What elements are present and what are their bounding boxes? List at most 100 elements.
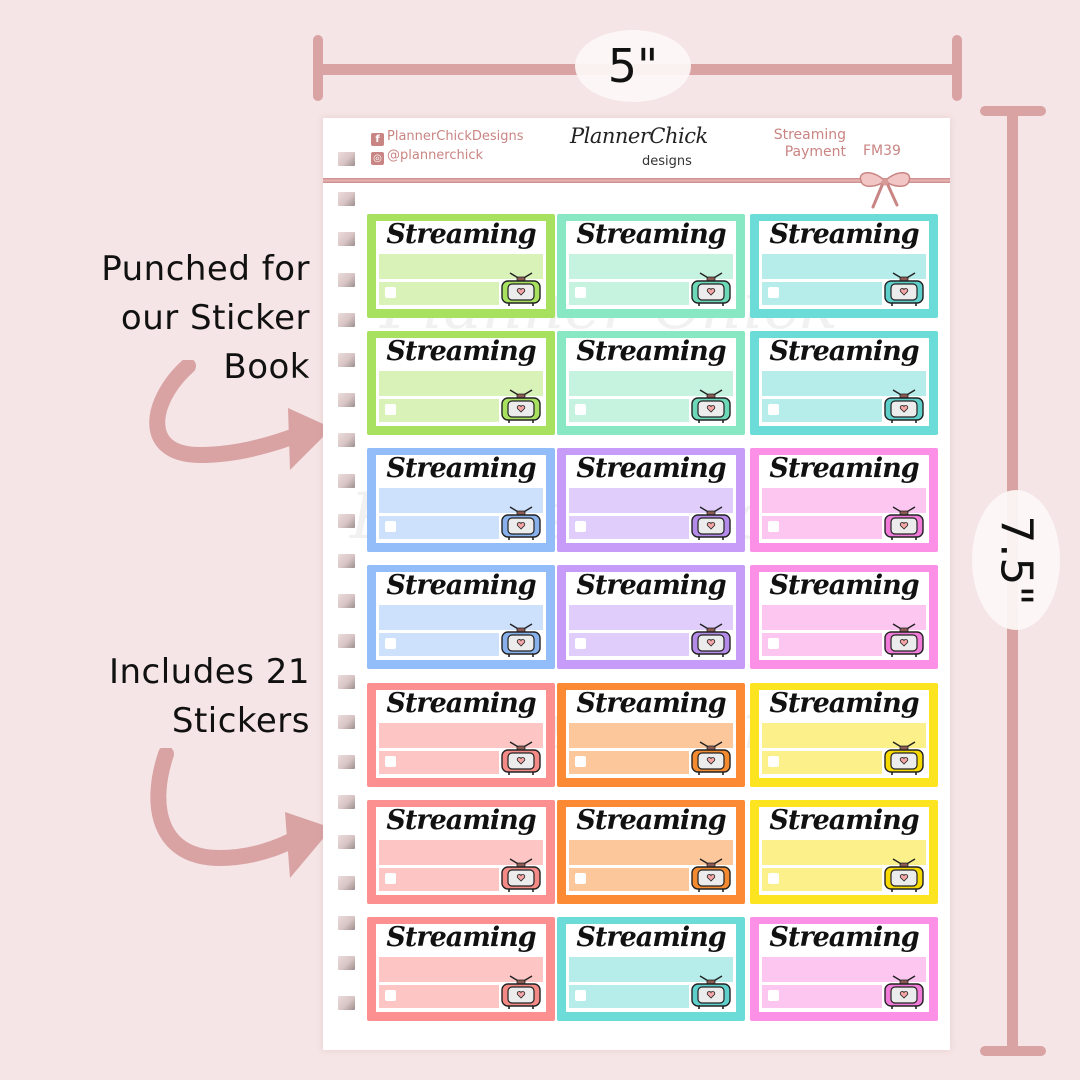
tv-icon bbox=[884, 389, 924, 423]
checkbox-icon bbox=[575, 756, 586, 767]
checkbox-icon bbox=[768, 990, 779, 1001]
sticker-write-line bbox=[379, 868, 499, 891]
punch-hole bbox=[338, 152, 355, 166]
sticker: Streaming bbox=[750, 448, 938, 552]
sticker-write-line bbox=[379, 282, 499, 305]
tv-icon bbox=[884, 506, 924, 540]
punch-hole bbox=[338, 876, 355, 890]
brand-logo: PlannerChick bbox=[570, 124, 708, 148]
tv-icon bbox=[691, 389, 731, 423]
sticker-write-line bbox=[762, 633, 882, 656]
tv-icon bbox=[501, 623, 541, 657]
kit-name-line: Streaming bbox=[773, 127, 846, 143]
sticker: Streaming bbox=[750, 565, 938, 669]
punch-hole bbox=[338, 313, 355, 327]
tv-icon bbox=[884, 741, 924, 775]
instagram-icon: ◎ bbox=[371, 152, 384, 165]
checkbox-icon bbox=[385, 404, 396, 415]
sticker-body: Streaming bbox=[566, 336, 736, 426]
sticker-title: Streaming bbox=[576, 336, 726, 367]
sticker-body: Streaming bbox=[759, 688, 929, 778]
punch-hole bbox=[338, 956, 355, 970]
sticker-body: Streaming bbox=[759, 570, 929, 660]
sticker-title: Streaming bbox=[576, 570, 726, 601]
sticker-write-line bbox=[762, 516, 882, 539]
sticker-title: Streaming bbox=[386, 453, 536, 484]
sticker-write-line bbox=[569, 868, 689, 891]
sticker: Streaming bbox=[557, 565, 745, 669]
checkbox-icon bbox=[385, 756, 396, 767]
facebook-icon: f bbox=[371, 133, 384, 146]
sticker-write-line bbox=[379, 633, 499, 656]
tv-icon bbox=[501, 741, 541, 775]
sticker: Streaming bbox=[367, 448, 555, 552]
sticker: Streaming bbox=[750, 214, 938, 318]
punch-hole bbox=[338, 273, 355, 287]
sticker-title: Streaming bbox=[386, 805, 536, 836]
checkbox-icon bbox=[768, 287, 779, 298]
punch-hole bbox=[338, 474, 355, 488]
height-ruler-top-cap bbox=[980, 106, 1046, 116]
sticker: Streaming bbox=[557, 683, 745, 787]
punch-hole bbox=[338, 433, 355, 447]
sticker-title: Streaming bbox=[386, 570, 536, 601]
checkbox-icon bbox=[768, 638, 779, 649]
checkbox-icon bbox=[768, 404, 779, 415]
kit-name: Streaming Payment bbox=[752, 127, 846, 161]
sticker-body: Streaming bbox=[759, 922, 929, 1012]
punch-hole bbox=[338, 916, 355, 930]
checkbox-icon bbox=[575, 638, 586, 649]
sticker-title: Streaming bbox=[769, 570, 919, 601]
sticker-body: Streaming bbox=[759, 453, 929, 543]
kit-name-line: Payment bbox=[784, 144, 846, 160]
sticker-body: Streaming bbox=[376, 453, 546, 543]
sticker-write-line bbox=[762, 985, 882, 1008]
sticker-write-line bbox=[569, 751, 689, 774]
sticker-body: Streaming bbox=[759, 805, 929, 895]
tv-icon bbox=[691, 858, 731, 892]
sticker-write-line bbox=[762, 399, 882, 422]
sticker-body: Streaming bbox=[566, 922, 736, 1012]
sticker-body: Streaming bbox=[376, 336, 546, 426]
caption-line: our Sticker bbox=[120, 298, 310, 338]
sticker-body: Streaming bbox=[566, 219, 736, 309]
sticker: Streaming bbox=[367, 683, 555, 787]
width-label: 5" bbox=[575, 30, 691, 102]
checkbox-icon bbox=[385, 638, 396, 649]
tv-icon bbox=[501, 389, 541, 423]
punch-hole bbox=[338, 634, 355, 648]
sticker-title: Streaming bbox=[769, 688, 919, 719]
checkbox-icon bbox=[575, 404, 586, 415]
tv-icon bbox=[501, 858, 541, 892]
product-code: FM39 bbox=[863, 143, 901, 159]
sticker: Streaming bbox=[557, 448, 745, 552]
sticker-title: Streaming bbox=[576, 922, 726, 953]
sticker-title: Streaming bbox=[576, 453, 726, 484]
sticker: Streaming bbox=[750, 917, 938, 1021]
sticker-title: Streaming bbox=[576, 805, 726, 836]
checkbox-icon bbox=[575, 873, 586, 884]
sticker: Streaming bbox=[557, 331, 745, 435]
sticker: Streaming bbox=[367, 917, 555, 1021]
arrow-icon bbox=[150, 748, 332, 878]
tv-icon bbox=[884, 858, 924, 892]
sticker-write-line bbox=[569, 399, 689, 422]
sticker: Streaming bbox=[557, 214, 745, 318]
sticker-write-line bbox=[569, 516, 689, 539]
sticker-write-line bbox=[569, 633, 689, 656]
checkbox-icon bbox=[575, 990, 586, 1001]
sticker-title: Streaming bbox=[386, 922, 536, 953]
instagram-handle: ◎ @plannerchick bbox=[371, 148, 483, 165]
caption-line: Punched for bbox=[101, 249, 310, 289]
punch-hole bbox=[338, 795, 355, 809]
punch-hole bbox=[338, 232, 355, 246]
sticker: Streaming bbox=[557, 917, 745, 1021]
sticker-write-line bbox=[379, 399, 499, 422]
sticker-body: Streaming bbox=[376, 570, 546, 660]
sticker-title: Streaming bbox=[386, 336, 536, 367]
sticker-body: Streaming bbox=[759, 336, 929, 426]
sticker-body: Streaming bbox=[376, 805, 546, 895]
height-label: 7.5" bbox=[972, 490, 1060, 630]
sticker-title: Streaming bbox=[576, 688, 726, 719]
sticker-write-line bbox=[569, 985, 689, 1008]
